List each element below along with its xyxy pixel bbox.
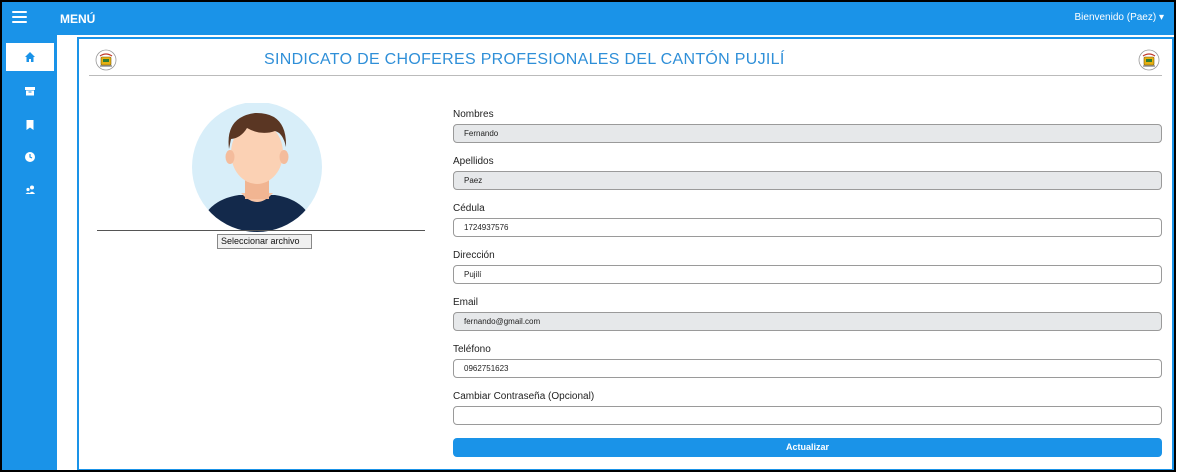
nombres-field[interactable]: Fernando [453, 124, 1162, 143]
union-logo-icon [1138, 49, 1160, 71]
apellidos-field[interactable]: Paez [453, 171, 1162, 190]
sidebar-item-home[interactable] [6, 43, 54, 71]
telefono-field[interactable]: 0962751623 [453, 359, 1162, 378]
direccion-label: Dirección [453, 250, 495, 261]
hamburger-menu-icon[interactable] [12, 11, 27, 24]
clock-icon [24, 152, 35, 162]
avatar-divider [97, 230, 425, 231]
sidebar-item-inventory[interactable] [2, 77, 57, 105]
sidebar [2, 35, 57, 470]
cedula-field[interactable]: 1724937576 [453, 218, 1162, 237]
sidebar-item-bookmarks[interactable] [2, 111, 57, 139]
email-field[interactable]: fernando@gmail.com [453, 312, 1162, 331]
direccion-field[interactable]: Pujilí [453, 265, 1162, 284]
telefono-label: Teléfono [453, 344, 491, 355]
profile-panel: SINDICATO DE CHOFERES PROFESIONALES DEL … [77, 37, 1174, 470]
sidebar-item-members[interactable] [2, 175, 57, 203]
top-navbar: MENÚ Bienvenido (Paez) ▾ [2, 2, 1174, 35]
password-label: Cambiar Contraseña (Opcional) [453, 391, 595, 402]
app-window: MENÚ Bienvenido (Paez) ▾ SINDICATO DE CH… [0, 0, 1176, 472]
sidebar-item-history[interactable] [2, 143, 57, 171]
bookmark-icon [26, 120, 33, 130]
email-label: Email [453, 297, 479, 308]
union-logo-icon [95, 49, 117, 71]
menu-label[interactable]: MENÚ [60, 12, 95, 26]
users-icon [25, 185, 35, 194]
apellidos-label: Apellidos [453, 156, 494, 167]
page-title: SINDICATO DE CHOFERES PROFESIONALES DEL … [264, 51, 785, 68]
avatar [192, 103, 322, 232]
nombres-label: Nombres [453, 109, 494, 120]
header-divider [89, 75, 1162, 76]
home-icon [25, 52, 35, 62]
file-select-button[interactable]: Seleccionar archivo [217, 234, 312, 249]
box-icon [24, 87, 35, 96]
cedula-label: Cédula [453, 203, 485, 214]
password-field[interactable] [453, 406, 1162, 425]
user-dropdown[interactable]: Bienvenido (Paez) ▾ [1074, 12, 1164, 23]
update-button[interactable]: Actualizar [453, 438, 1162, 457]
